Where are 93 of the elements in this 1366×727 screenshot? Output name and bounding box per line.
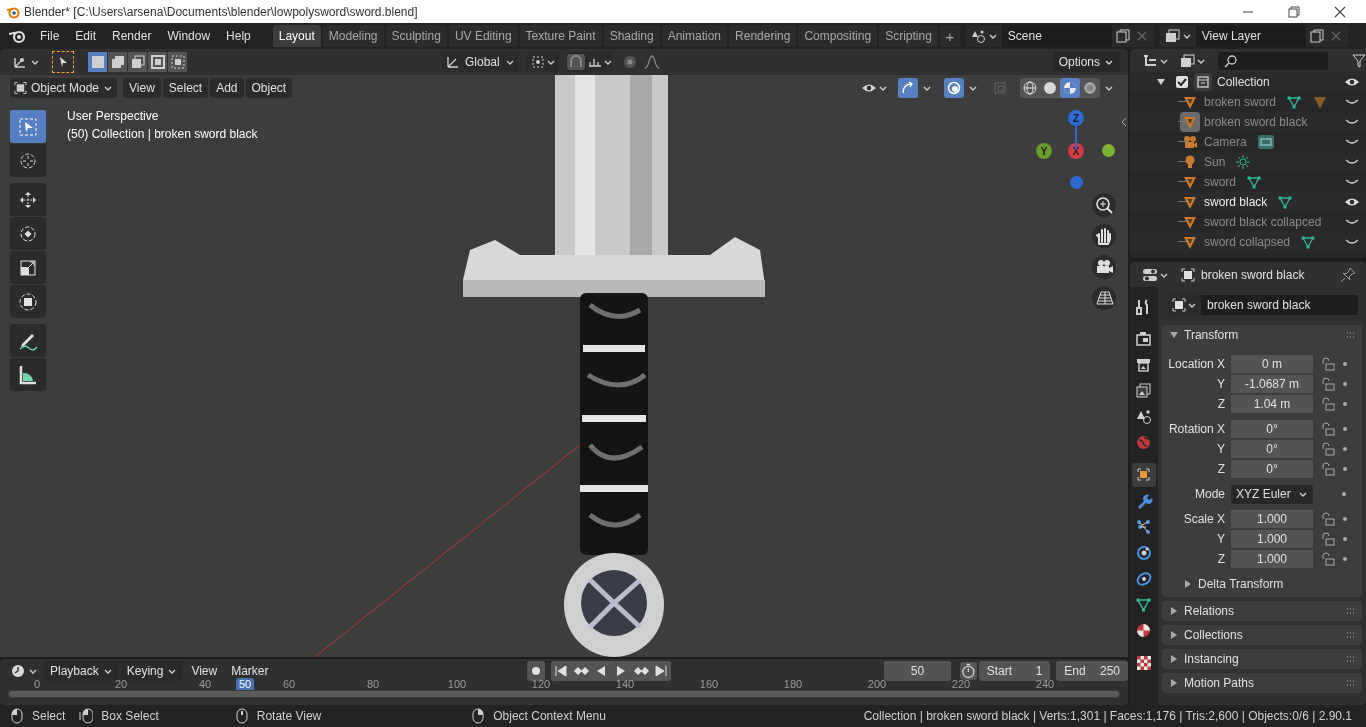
panel-header[interactable]: Motion Paths: [1162, 673, 1362, 693]
status-hint: Box Select: [101, 708, 159, 725]
panel-header[interactable]: Collections: [1162, 625, 1362, 645]
workspace-tab[interactable]: Compositing: [798, 25, 878, 47]
frame-number: 0: [32, 678, 42, 690]
field-label: Y: [1216, 531, 1225, 548]
frame-number: 120: [530, 678, 552, 690]
field-label: Z: [1216, 461, 1225, 478]
field-label: Z: [1216, 551, 1225, 568]
frame-number: 240: [1034, 678, 1056, 690]
panel-header[interactable]: Relations: [1162, 601, 1362, 621]
number-field[interactable]: 1.000: [1231, 529, 1313, 549]
status-hint: Rotate View: [256, 708, 322, 725]
frame-number: 140: [614, 678, 636, 690]
orientation-dropdown[interactable]: Global: [441, 52, 519, 72]
workspace-tab[interactable]: Rendering: [729, 25, 797, 47]
frame-field[interactable]: Start 1: [978, 661, 1051, 681]
frame-number: 220: [950, 678, 972, 690]
menu-item[interactable]: Render: [104, 25, 160, 47]
dropdown[interactable]: Keying: [120, 661, 184, 681]
viewport-info-text: User Perspective: [67, 109, 160, 124]
status-hint: Select: [32, 708, 66, 725]
workspace-tab[interactable]: Shading: [603, 25, 660, 47]
number-field[interactable]: 1.000: [1231, 549, 1313, 569]
number-field[interactable]: 0°: [1231, 419, 1313, 439]
menu-item[interactable]: Marker: [225, 661, 275, 681]
menu-item[interactable]: Object: [245, 77, 293, 98]
number-field[interactable]: 0°: [1231, 439, 1313, 459]
viewport-info-text: (50) Collection | broken sword black: [67, 127, 258, 142]
outliner-item-label: sword black collapced: [1204, 214, 1322, 231]
workspace-tab[interactable]: UV Editing: [448, 25, 518, 47]
field-label: Y: [1216, 441, 1225, 458]
name-field[interactable]: View Layer: [1195, 25, 1306, 47]
workspace-tab[interactable]: Layout: [272, 25, 321, 47]
menu-item[interactable]: View: [185, 661, 224, 681]
current-frame-field[interactable]: 50: [884, 661, 951, 681]
field-label: Mode: [1193, 486, 1225, 503]
outliner-item-label: Collection: [1217, 74, 1270, 91]
number-field[interactable]: 1.000: [1231, 509, 1313, 529]
menu-item[interactable]: Window: [159, 25, 219, 47]
frame-number: 20: [113, 678, 129, 690]
frame-number: 180: [782, 678, 804, 690]
number-field[interactable]: -1.0687 m: [1231, 374, 1313, 394]
outliner-item-label: broken sword black: [1204, 114, 1308, 131]
frame-number: 160: [698, 678, 720, 690]
number-field[interactable]: 0 m: [1231, 354, 1313, 374]
field-label: Z: [1216, 396, 1225, 413]
outliner-item-label: broken sword: [1204, 94, 1277, 111]
frame-number: 100: [446, 678, 468, 690]
frame-number: 200: [866, 678, 888, 690]
outliner-item-label: sword black: [1204, 194, 1268, 211]
mode-dropdown[interactable]: XYZ Euler: [1231, 484, 1313, 504]
outliner-item-label: Camera: [1204, 134, 1247, 151]
menu-item[interactable]: View: [123, 77, 161, 98]
workspace-tab[interactable]: Texture Paint: [519, 25, 602, 47]
playhead-frame-indicator[interactable]: 50: [236, 678, 255, 690]
outliner-item-label: sword collapsed: [1204, 234, 1291, 251]
field-label: Rotation X: [1167, 421, 1225, 438]
frame-number: 80: [365, 678, 381, 690]
dropdown[interactable]: Playback: [44, 661, 119, 681]
add-workspace-button[interactable]: +: [939, 25, 960, 47]
status-hint: Object Context Menu: [493, 708, 606, 725]
menu-item[interactable]: Select: [162, 77, 209, 98]
workspace-tab[interactable]: Modeling: [322, 25, 384, 47]
menu-item[interactable]: Help: [218, 25, 259, 47]
menu-item[interactable]: File: [32, 25, 68, 47]
frame-field[interactable]: End 250: [1056, 661, 1128, 681]
outliner-item-label: Sun: [1204, 154, 1226, 171]
panel-header[interactable]: Transform: [1162, 325, 1362, 345]
axis-handle[interactable]: Z: [1068, 110, 1084, 126]
menu-item[interactable]: Edit: [67, 25, 105, 47]
options-dropdown[interactable]: Options: [1052, 52, 1120, 72]
workspace-tab[interactable]: Animation: [661, 25, 728, 47]
window-title: Blender* [C:\Users\arsena\Documents\blender\lowpolysword\sword.blend]: [24, 3, 418, 21]
scene-statistics: Collection | broken sword black | Verts:1,301 | Faces:1,176 | Tris:2,600 | Objects:0/6 | 2.90.1: [863, 708, 1352, 725]
name-field[interactable]: Scene: [1001, 25, 1112, 47]
workspace-tab[interactable]: Sculpting: [385, 25, 447, 47]
subpanel-header[interactable]: Delta Transform: [1162, 571, 1362, 597]
axis-handle[interactable]: Y: [1036, 143, 1052, 159]
outliner-item-label: sword: [1204, 174, 1236, 191]
field-label: Scale X: [1182, 511, 1225, 528]
object-name-label: broken sword black: [1201, 266, 1305, 284]
workspace-tab[interactable]: Scripting: [879, 25, 938, 47]
menu-item[interactable]: Add: [210, 77, 244, 98]
field-label: Y: [1216, 376, 1225, 393]
number-field[interactable]: 1.04 m: [1231, 394, 1313, 414]
panel-header[interactable]: Instancing: [1162, 649, 1362, 669]
frame-number: 40: [197, 678, 213, 690]
field-label: Location X: [1167, 356, 1225, 373]
mode-dropdown[interactable]: Object Mode: [10, 77, 117, 98]
frame-number: 60: [281, 678, 297, 690]
name-field[interactable]: broken sword black: [1168, 295, 1358, 315]
number-field[interactable]: 0°: [1231, 459, 1313, 479]
